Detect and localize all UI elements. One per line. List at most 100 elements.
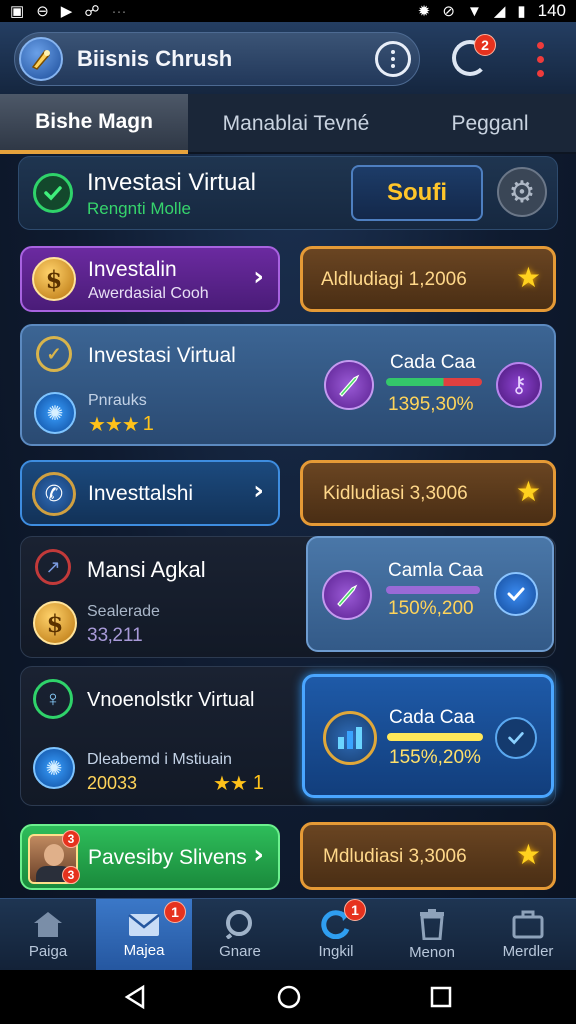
signal-icon: ◢ xyxy=(493,2,506,20)
key-button[interactable]: ⚷ xyxy=(496,362,542,408)
mdludiasi-reward[interactable]: Mdludiasi 3,3006 ★ xyxy=(300,822,556,890)
panel-title: Vnoenolstkr Virtual xyxy=(87,689,255,711)
overflow-menu-icon[interactable] xyxy=(530,38,550,80)
rating-stars: ★★★ xyxy=(88,414,140,436)
avatar-badge-top: 3 xyxy=(62,830,80,848)
rating-row: ★★★ 1 xyxy=(88,412,154,437)
pavesiby-title: Pavesiby Slivens xyxy=(88,846,247,869)
nav-label: Majea xyxy=(123,942,165,959)
confirm-check-button[interactable] xyxy=(495,717,537,759)
panel-title: Mansi Agkal xyxy=(87,557,206,582)
chart-circle-icon: ↗ xyxy=(35,549,71,585)
home-icon xyxy=(34,912,62,937)
check-circle-icon: ✓ xyxy=(36,336,72,372)
recents-icon[interactable] xyxy=(429,985,453,1009)
status-bar: ▣ ⊖ ▶ ☍ ··· ✹ ⊘ ▼ ◢ ▮ 140 xyxy=(0,0,576,22)
rating-extra: 1 xyxy=(252,772,264,794)
gear-icon: ⚙ xyxy=(508,175,536,209)
rating-row: ★★ 1 xyxy=(213,771,264,796)
nav-badge: 1 xyxy=(164,901,186,923)
app-title-bar: Biisnis Chrush xyxy=(14,32,420,86)
bug-icon: ☍ xyxy=(84,2,100,20)
gear-icon: ✹ xyxy=(417,2,431,20)
rocket-icon xyxy=(322,570,372,620)
nav-merdler[interactable]: Merdler xyxy=(480,899,576,970)
system-navigation-bar xyxy=(0,970,576,1024)
bottom-navigation: Paiga Majea 1 Gnare Ingkil 1 Menon Merdl… xyxy=(0,898,576,970)
search-icon xyxy=(225,910,252,939)
kidludiasi-reward[interactable]: Kidludiasi 3,3006 ★ xyxy=(300,460,556,526)
tab-manablai-tevne[interactable]: Manablai Tevné xyxy=(188,94,404,154)
rating-stars: ★★ xyxy=(213,773,248,795)
app-title: Biisnis Chrush xyxy=(77,46,233,71)
nav-badge: 1 xyxy=(344,899,366,921)
cada-caa-highlight-panel[interactable]: Cada Caa 155%,20% xyxy=(302,674,554,798)
circle-minus-icon: ⊖ xyxy=(36,2,49,20)
rocket-icon xyxy=(324,360,374,410)
chevron-right-icon: › xyxy=(253,262,264,292)
investtalshi-button[interactable]: ✆ Investtalshi › xyxy=(20,460,280,526)
camla-caa-value: 150%,200 xyxy=(388,598,474,619)
app-logo-icon[interactable] xyxy=(19,37,63,81)
female-symbol-icon: ♀ xyxy=(33,679,73,719)
chevron-right-icon: › xyxy=(253,476,264,506)
nav-majea[interactable]: Majea 1 xyxy=(96,899,192,970)
investalin-button[interactable]: $ Investalin Awerdasial Cooh › xyxy=(20,246,280,312)
card-title: Investasi Virtual xyxy=(87,169,256,196)
nav-gnare[interactable]: Gnare xyxy=(192,899,288,970)
confirm-check-button[interactable] xyxy=(494,572,538,616)
panel-sub-label: Pnrauks xyxy=(88,392,147,409)
cada-caa-value: 155%,20% xyxy=(389,747,481,768)
card-subtitle: Rengnti Molle xyxy=(87,199,191,218)
investasi-virtual-card: Investasi Virtual Rengnti Molle Soufi ⚙ xyxy=(18,156,558,230)
trash-icon xyxy=(420,909,444,940)
nav-label: Ingkil xyxy=(318,943,354,960)
nav-label: Merdler xyxy=(502,943,554,960)
progress-bar xyxy=(387,733,483,741)
camla-caa-title: Camla Caa xyxy=(388,560,484,581)
panel-sub-value: 20033 xyxy=(87,773,138,793)
status-time: 140 xyxy=(537,1,566,20)
reward-label: Kidludiasi 3,3006 xyxy=(323,483,468,504)
star-icon: ★ xyxy=(515,839,541,870)
compass-icon: ✺ xyxy=(34,392,76,434)
investasi-virtual-panel[interactable]: ✓ Investasi Virtual ✺ Pnrauks ★★★ 1 Cada… xyxy=(20,324,556,446)
panel-title: Investasi Virtual xyxy=(88,344,236,367)
settings-gear-button[interactable]: ⚙ xyxy=(497,167,547,217)
home-circle-icon[interactable] xyxy=(276,984,302,1010)
reward-label: Aldludiagi 1,2006 xyxy=(321,269,467,290)
nav-paiga[interactable]: Paiga xyxy=(0,899,96,970)
notification-badge: 2 xyxy=(474,34,496,56)
phone-icon: ✆ xyxy=(32,472,76,516)
panel-sub-label: Sealerade xyxy=(87,603,160,620)
nav-label: Menon xyxy=(409,944,455,961)
nav-menon[interactable]: Menon xyxy=(384,899,480,970)
nav-label: Paiga xyxy=(28,943,68,960)
dollar-coin-icon: $ xyxy=(32,257,76,301)
soufi-button[interactable]: Soufi xyxy=(351,165,483,221)
bar-chart-icon xyxy=(323,711,377,765)
tab-pegganl[interactable]: Pegganl xyxy=(404,94,576,154)
star-icon: ★ xyxy=(515,262,541,293)
investtalshi-title: Investtalshi xyxy=(88,482,194,505)
mail-icon xyxy=(128,914,160,936)
nav-ingkil[interactable]: Ingkil 1 xyxy=(288,899,384,970)
panel-sub-label: Dleabemd i Mstiuain xyxy=(87,751,232,768)
more-options-button[interactable] xyxy=(375,41,411,77)
nav-label: Gnare xyxy=(219,943,261,960)
compass-icon: ✺ xyxy=(33,747,75,789)
back-icon[interactable] xyxy=(123,984,149,1010)
check-icon xyxy=(33,173,73,213)
star-icon: ★ xyxy=(515,476,541,507)
pavesiby-slivens-button[interactable]: 3 3 Pavesiby Slivens › xyxy=(20,824,280,890)
progress-bar xyxy=(386,378,482,386)
camla-caa-panel[interactable]: Camla Caa 150%,200 xyxy=(306,536,554,652)
aldludiagi-reward[interactable]: Aldludiagi 1,2006 ★ xyxy=(300,246,556,312)
play-icon: ▶ xyxy=(60,2,73,20)
cada-caa-title: Cada Caa xyxy=(389,707,475,728)
no-disturb-icon: ⊘ xyxy=(442,2,455,20)
progress-bar xyxy=(386,586,480,594)
tab-bar: Bishe Magn Manablai Tevné Pegganl xyxy=(0,94,576,154)
tab-bishe-magn[interactable]: Bishe Magn xyxy=(0,94,188,154)
investalin-subtitle: Awerdasial Cooh xyxy=(88,285,209,302)
